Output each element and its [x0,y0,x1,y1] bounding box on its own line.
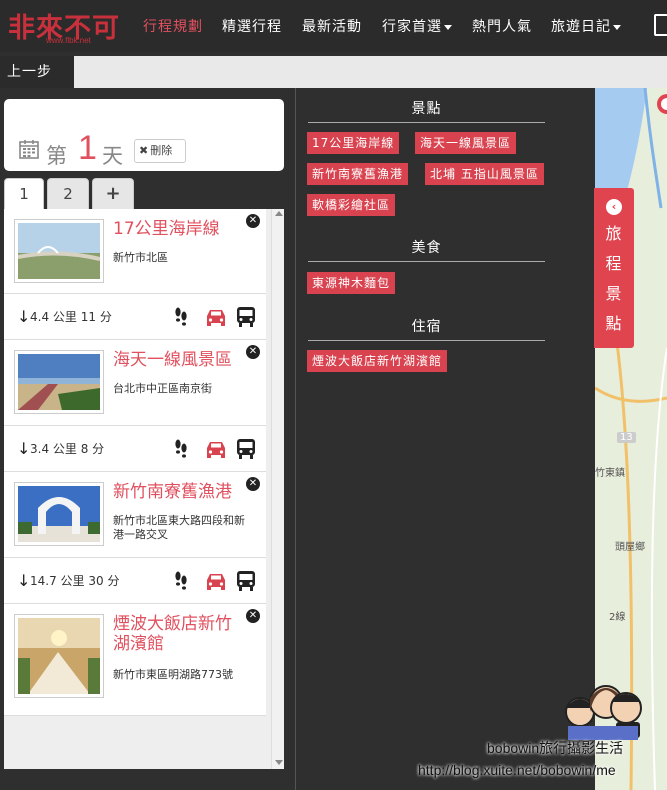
remove-place-icon[interactable]: ✕ [246,214,260,228]
login-icon[interactable] [654,14,667,36]
lodging-chip[interactable]: 煙波大飯店新竹湖濱館 [307,350,448,372]
add-day-tab[interactable]: + [92,178,134,210]
footprints-icon[interactable] [174,439,188,459]
place-address: 新竹市北區東大路四段和新港一路交叉 [113,514,245,541]
tab-day-1[interactable]: 1 [4,178,44,210]
top-navigation: 非來不可 www.flbk.net 行程規劃 精選行程 最新活動 行家首選 熱門… [0,0,667,52]
place-name[interactable]: 煙波大飯店新竹湖濱館 [113,614,247,654]
transit-row: ↓ 3.4 公里 8 分 [4,426,266,472]
nav-item-latest-events[interactable]: 最新活動 [302,16,362,36]
car-icon[interactable] [204,308,228,326]
section-title-food: 美食 [308,237,545,262]
place-card[interactable]: 新竹南寮舊漁港 新竹市北區東大路四段和新港一路交叉 ✕ [4,472,266,558]
nav-item-expert-picks[interactable]: 行家首選 [382,16,452,36]
site-logo[interactable]: 非來不可 www.flbk.net [8,4,130,46]
day-header: 第 1 天 ✖ 刪除 [4,99,284,171]
attraction-chip[interactable]: 新竹南寮舊漁港 [307,163,409,185]
section-title-attractions: 景點 [308,98,545,123]
car-icon[interactable] [204,440,228,458]
itinerary-panel: 第 1 天 ✖ 刪除 1 2 + 17公里海岸線 新竹市北區 ✕ ↓ 4.4 公里… [0,88,294,790]
map-place-label: 頭屋鄉 [615,542,645,553]
footprints-icon[interactable] [174,571,188,591]
bus-icon[interactable] [236,306,256,327]
attraction-chip[interactable]: 海天一線風景區 [415,132,517,154]
sub-toolbar: 上一步 [0,56,667,88]
place-address: 新竹市北區 [113,251,168,264]
transit-info: 4.4 公里 11 分 [30,310,112,324]
day-prefix: 第 [46,144,67,168]
arrow-down-icon: ↓ [17,439,31,458]
place-address: 新竹市東區明湖路773號 [113,668,233,681]
close-icon: ✖ [139,144,149,157]
back-button[interactable]: 上一步 [0,56,74,88]
watermark-url: http://blog.xuite.net/bobowin/me [418,762,616,778]
bus-icon[interactable] [236,438,256,459]
place-name[interactable]: 新竹南寮舊漁港 [113,482,253,502]
attraction-chip[interactable]: 北埔 五指山風景區 [425,163,544,185]
nav-item-popular[interactable]: 熱門人氣 [472,16,532,36]
logo-url: www.flbk.net [46,36,91,45]
chevron-down-icon [444,24,452,30]
attraction-chip[interactable]: 軟橋彩繪社區 [307,194,396,216]
arrow-down-icon: ↓ [17,571,31,590]
chevron-down-icon [613,24,621,30]
map-road-label: 2線 [609,612,626,623]
route-list: 17公里海岸線 新竹市北區 ✕ ↓ 4.4 公里 11 分 海天一線風景區 台北… [4,209,284,769]
place-card[interactable]: 煙波大飯店新竹湖濱館 新竹市東區明湖路773號 ✕ [4,604,266,716]
bus-icon[interactable] [236,570,256,591]
remove-place-icon[interactable]: ✕ [246,477,260,491]
nav-item-featured-trips[interactable]: 精選行程 [222,16,282,36]
attraction-chip[interactable]: 17公里海岸線 [307,132,400,154]
nav-item-travel-diary[interactable]: 旅遊日記 [551,16,621,36]
footprints-icon[interactable] [174,307,188,327]
scrollbar[interactable] [271,209,284,769]
place-name[interactable]: 17公里海岸線 [113,219,253,239]
scroll-down-arrow-icon[interactable] [275,760,283,765]
delete-day-button[interactable]: ✖ 刪除 [134,139,186,163]
place-photo [14,350,104,414]
transit-row: ↓ 4.4 公里 11 分 [4,294,266,340]
arrow-down-icon: ↓ [17,307,31,326]
nav-item-trip-planning[interactable]: 行程規劃 [143,16,203,36]
food-chip[interactable]: 東源神木麵包 [307,272,396,294]
calendar-icon [19,140,39,159]
transit-info: 14.7 公里 30 分 [30,574,120,588]
place-address: 台北市中正區南京街 [113,382,212,395]
tab-day-2[interactable]: 2 [47,178,89,210]
remove-place-icon[interactable]: ✕ [246,345,260,359]
place-photo [14,614,104,698]
transit-info: 3.4 公里 8 分 [30,442,105,456]
day-number: 1 [78,129,97,167]
scroll-up-arrow-icon[interactable] [275,211,283,216]
road-number-label: 13 [617,432,636,443]
transit-row: ↓ 14.7 公里 30 分 [4,558,266,604]
itinerary-toggle-tab[interactable]: ‹ 旅 程 景 點 [594,188,634,348]
map-place-label: 竹東鎮 [595,468,625,479]
place-card[interactable]: 海天一線風景區 台北市中正區南京街 ✕ [4,340,266,426]
chevron-left-icon: ‹ [606,199,622,215]
place-name[interactable]: 海天一線風景區 [113,350,253,370]
watermark-avatars [565,685,642,740]
car-icon[interactable] [204,572,228,590]
remove-place-icon[interactable]: ✕ [246,609,260,623]
day-suffix: 天 [102,144,123,168]
watermark-title: bobowin旅行攝影生活 [487,740,624,756]
recommendation-panel: 景點 17公里海岸線 海天一線風景區 新竹南寮舊漁港 北埔 五指山風景區 軟橋彩… [295,88,595,790]
place-photo [14,482,104,546]
place-card[interactable]: 17公里海岸線 新竹市北區 ✕ [4,209,266,294]
place-photo [14,219,104,283]
section-title-lodging: 住宿 [308,316,545,341]
